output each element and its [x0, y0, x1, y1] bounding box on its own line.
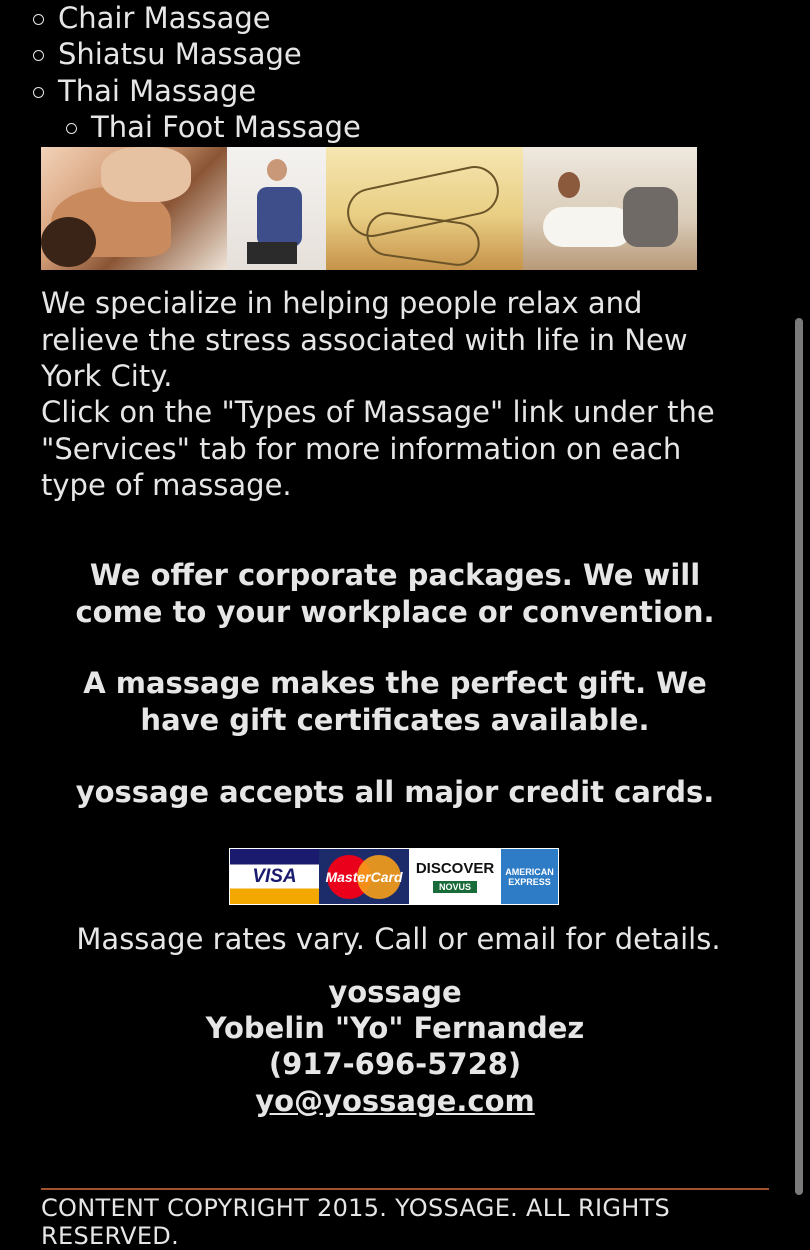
intro-text: We specialize in helping people relax an…	[41, 286, 688, 393]
contact-business-name: yossage	[328, 975, 462, 1009]
rates-text: Massage rates vary. Call or email for de…	[76, 922, 721, 956]
contact-phone[interactable]: (917-696-5728)	[0, 1046, 790, 1083]
back-massage-photo	[41, 147, 227, 270]
scrollbar[interactable]	[795, 318, 803, 1195]
credit-cards-text: yossage accepts all major credit cards.	[75, 775, 715, 809]
mastercard-logo: MasterCard	[319, 849, 409, 904]
bullet-icon	[33, 50, 44, 61]
services-link-instructions: Click on the "Types of Massage" link und…	[41, 395, 715, 502]
list-item[interactable]: Chair Massage	[58, 0, 271, 37]
sub-list-item[interactable]: Thai Foot Massage	[91, 109, 361, 146]
american-express-logo: AMERICAN EXPRESS	[501, 849, 558, 904]
email-link[interactable]: yo@yossage.com	[255, 1084, 535, 1118]
list-item[interactable]: Shiatsu Massage	[58, 36, 302, 73]
footer-divider	[41, 1188, 769, 1190]
bullet-icon	[33, 87, 44, 98]
thai-massage-photo	[523, 147, 697, 270]
mastercard-label: MasterCard	[325, 868, 403, 885]
discover-label: DISCOVER	[415, 860, 495, 877]
novus-label: NOVUS	[432, 881, 477, 893]
credit-card-logos: VISA MasterCard DISCOVER NOVUS AMERICAN …	[229, 848, 559, 905]
visa-logo: VISA	[230, 849, 319, 904]
copyright-footer: CONTENT COPYRIGHT 2015. YOSSAGE. ALL RIG…	[41, 1194, 671, 1250]
gift-certificates-text: A massage makes the perfect gift. We hav…	[83, 666, 707, 737]
contact-email-container: yo@yossage.com	[0, 1083, 790, 1120]
chair-massage-photo	[227, 147, 326, 270]
shiatsu-illustration	[326, 147, 523, 270]
bullet-icon	[66, 123, 77, 134]
list-item[interactable]: Thai Massage	[58, 73, 256, 110]
corporate-packages-text: We offer corporate packages. We will com…	[75, 558, 715, 629]
massage-photo-strip	[41, 147, 697, 270]
discover-logo: DISCOVER NOVUS	[409, 849, 501, 904]
bullet-icon	[33, 14, 44, 25]
contact-person-name: Yobelin "Yo" Fernandez	[205, 1011, 585, 1045]
